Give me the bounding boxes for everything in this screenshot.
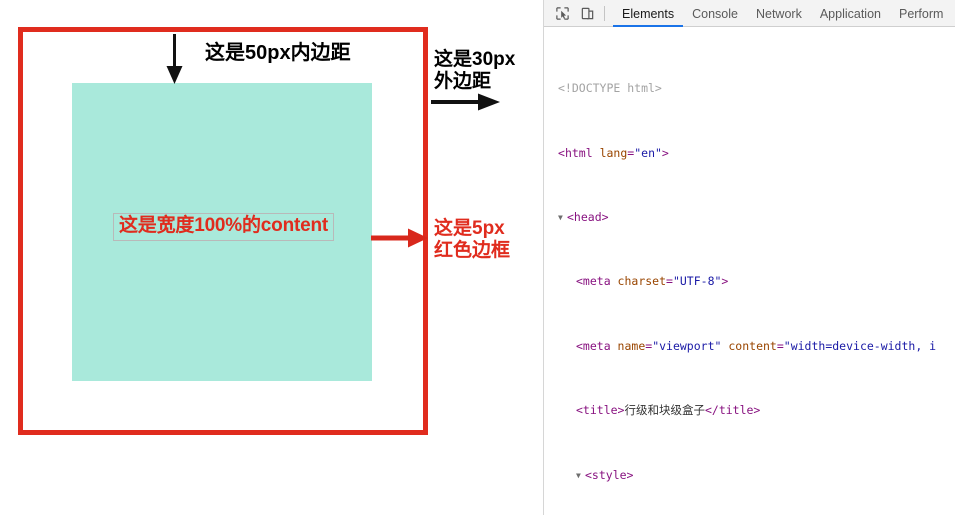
rendered-page-pane: 这是宽度100%的content 这是50px内边距 这是30px 外边距 这是… [0, 0, 543, 515]
devtools-toolbar: Elements Console Network Application Per… [544, 0, 955, 27]
tab-elements[interactable]: Elements [613, 0, 683, 27]
dom-line-html-open[interactable]: <html lang="en"> [544, 145, 955, 161]
doctype-text: <!DOCTYPE html> [558, 81, 662, 96]
margin-annotation: 这是30px 外边距 [434, 49, 516, 93]
arrow-down-icon [166, 34, 183, 84]
padding-annotation: 这是50px内边距 [205, 42, 351, 64]
tab-network[interactable]: Network [747, 0, 811, 27]
tab-application[interactable]: Application [811, 0, 890, 27]
inspect-element-icon[interactable] [550, 2, 575, 24]
dom-line-head-open[interactable]: ▼ <head> [544, 209, 955, 225]
content-width-label: 这是宽度100%的content [113, 213, 335, 241]
border-annotation: 这是5px 红色边框 [434, 218, 511, 262]
tab-performance[interactable]: Perform [890, 0, 952, 27]
devtools-panel: Elements Console Network Application Per… [544, 0, 955, 515]
device-toolbar-icon[interactable] [575, 2, 600, 24]
dom-line-meta-viewport[interactable]: <meta name="viewport" content="width=dev… [544, 338, 955, 354]
arrow-right-icon [431, 93, 500, 111]
dom-line-style-open[interactable]: ▼ <style> [544, 467, 955, 483]
title-text: 行级和块级盒子 [624, 403, 705, 418]
toolbar-separator [604, 5, 605, 21]
arrow-right-red-icon [371, 228, 428, 248]
dom-tree: <!DOCTYPE html> <html lang="en"> ▼ <head>… [544, 27, 955, 515]
dom-line-title[interactable]: <title>行级和块级盒子</title> [544, 402, 955, 418]
screenshot-root: 这是宽度100%的content 这是50px内边距 这是30px 外边距 这是… [0, 0, 955, 515]
dom-line-doctype: <!DOCTYPE html> [544, 80, 955, 96]
dom-line-meta-charset[interactable]: <meta charset="UTF-8"> [544, 273, 955, 289]
tab-console[interactable]: Console [683, 0, 747, 27]
